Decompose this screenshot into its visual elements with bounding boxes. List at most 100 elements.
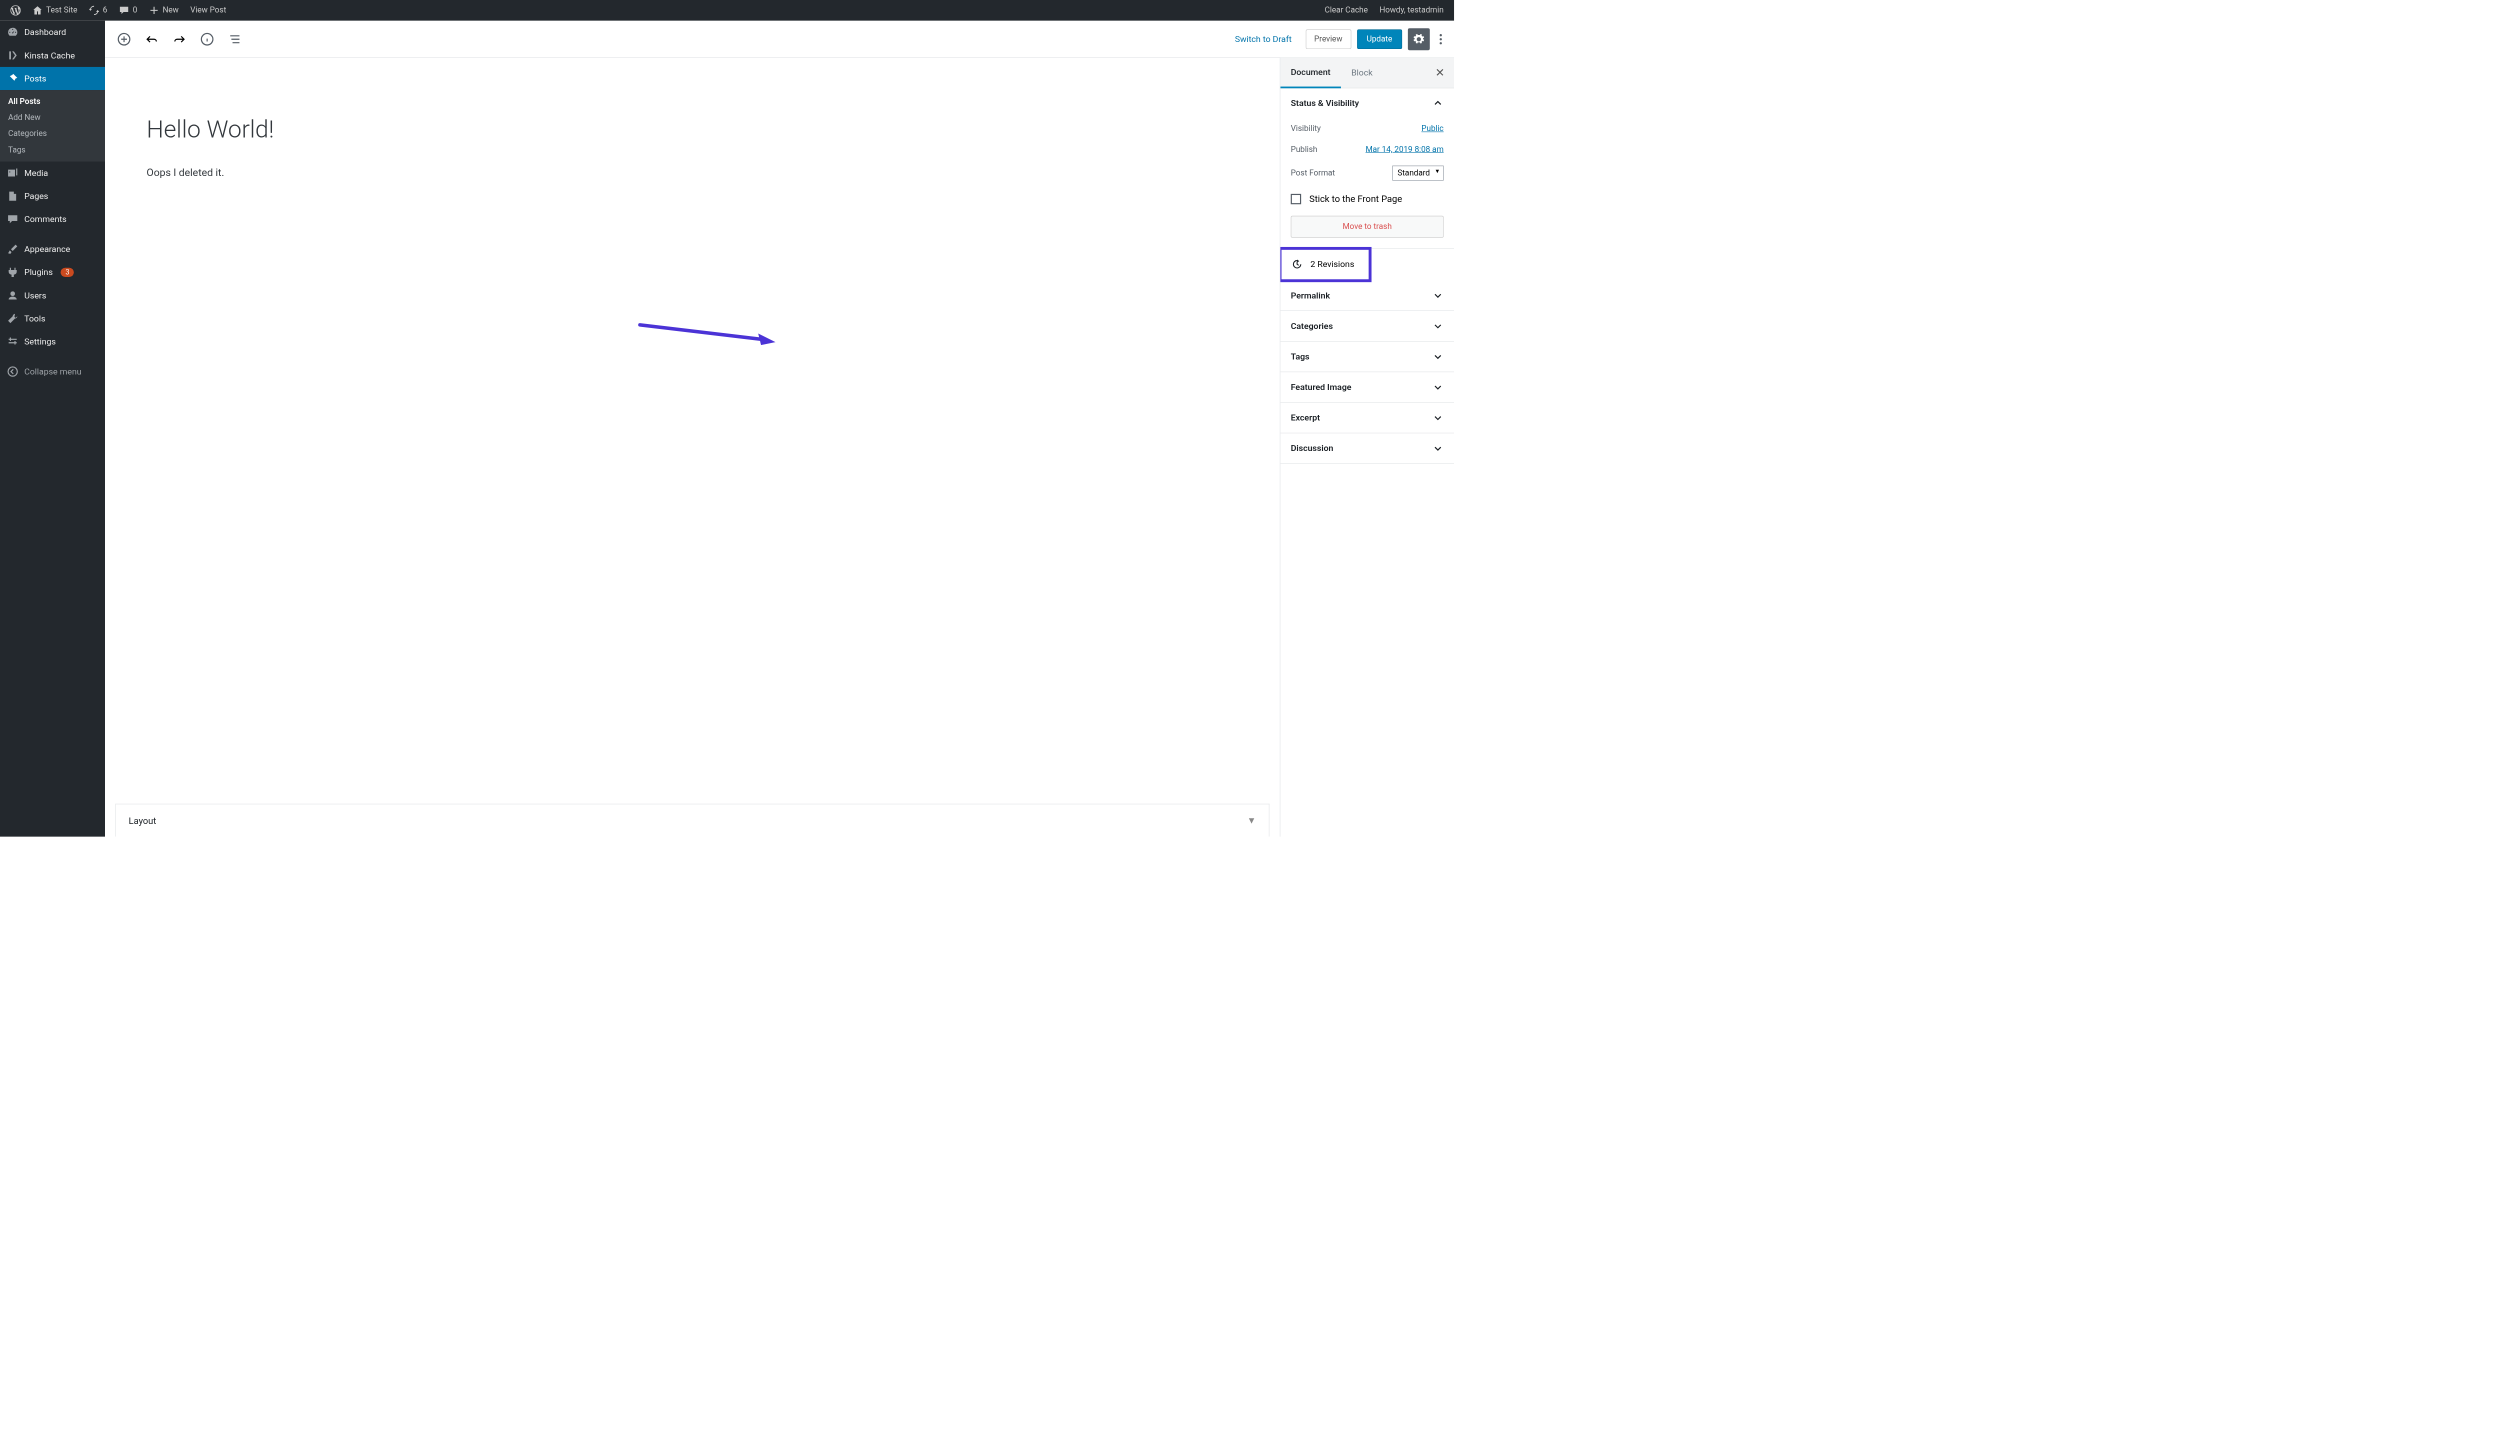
- editor-toolbar: Switch to Draft Preview Update: [105, 21, 1454, 58]
- wp-logo[interactable]: [5, 0, 27, 21]
- visibility-value-link[interactable]: Public: [1421, 124, 1443, 133]
- comment-icon: [119, 5, 129, 15]
- chevron-up-icon: [1432, 98, 1444, 110]
- block-editor: Switch to Draft Preview Update Hello Wor…: [105, 21, 1454, 837]
- site-name-link[interactable]: Test Site: [27, 0, 84, 21]
- plus-icon: [149, 5, 159, 15]
- undo-icon: [145, 32, 159, 46]
- info-icon: [200, 32, 214, 46]
- panel-revisions: 2 Revisions: [1280, 249, 1369, 281]
- sliders-icon: [7, 336, 19, 348]
- chevron-down-icon: [1432, 290, 1444, 302]
- more-options-button[interactable]: [1436, 34, 1446, 44]
- submenu-add-new[interactable]: Add New: [0, 110, 105, 126]
- submenu-posts: All Posts Add New Categories Tags: [0, 90, 105, 162]
- clear-cache-link[interactable]: Clear Cache: [1319, 0, 1374, 21]
- wordpress-icon: [10, 5, 20, 15]
- view-post-link[interactable]: View Post: [185, 0, 232, 21]
- annotation-arrow: [637, 322, 775, 345]
- home-icon: [32, 5, 42, 15]
- panel-featured-toggle[interactable]: Featured Image: [1280, 372, 1454, 402]
- visibility-label: Visibility: [1291, 124, 1321, 133]
- update-button[interactable]: Update: [1357, 29, 1402, 49]
- post-format-select[interactable]: Standard: [1392, 166, 1443, 181]
- revisions-link[interactable]: 2 Revisions: [1280, 249, 1369, 280]
- redo-button[interactable]: [168, 28, 190, 50]
- dashboard-icon: [7, 27, 19, 39]
- menu-media[interactable]: Media: [0, 162, 105, 185]
- layout-metabox: Layout ▼: [115, 804, 1269, 837]
- media-icon: [7, 167, 19, 179]
- chevron-down-icon: [1432, 351, 1444, 363]
- outline-button[interactable]: [224, 28, 246, 50]
- tab-document[interactable]: Document: [1280, 58, 1341, 89]
- chevron-down-icon: [1432, 412, 1444, 424]
- list-icon: [228, 32, 242, 46]
- comments-icon: [7, 213, 19, 225]
- updates-link[interactable]: 6: [83, 0, 113, 21]
- close-settings-button[interactable]: ✕: [1426, 59, 1454, 87]
- menu-posts[interactable]: Posts: [0, 67, 105, 90]
- preview-button[interactable]: Preview: [1306, 29, 1352, 49]
- info-button[interactable]: [196, 28, 218, 50]
- submenu-all-posts[interactable]: All Posts: [0, 93, 105, 109]
- submenu-categories[interactable]: Categories: [0, 126, 105, 142]
- menu-collapse[interactable]: Collapse menu: [0, 360, 105, 383]
- panel-discussion-toggle[interactable]: Discussion: [1280, 433, 1454, 463]
- howdy-link[interactable]: Howdy, testadmin: [1374, 0, 1450, 21]
- move-to-trash-button[interactable]: Move to trash: [1291, 216, 1444, 238]
- panel-tags-toggle[interactable]: Tags: [1280, 342, 1454, 372]
- panel-status-toggle[interactable]: Status & Visibility: [1280, 88, 1454, 118]
- page-icon: [7, 190, 19, 202]
- chevron-down-icon: [1432, 443, 1444, 455]
- post-format-label: Post Format: [1291, 168, 1335, 177]
- plus-circle-icon: [117, 32, 131, 46]
- menu-kinsta-cache[interactable]: Kinsta Cache: [0, 44, 105, 67]
- site-name: Test Site: [46, 6, 77, 15]
- layout-metabox-toggle[interactable]: Layout ▼: [116, 804, 1269, 836]
- panel-excerpt-toggle[interactable]: Excerpt: [1280, 403, 1454, 433]
- chevron-down-icon: [1432, 381, 1444, 393]
- editor-canvas[interactable]: Hello World! Oops I deleted it. Layout ▼: [105, 58, 1280, 837]
- chevron-down-icon: [1432, 320, 1444, 332]
- submenu-tags[interactable]: Tags: [0, 142, 105, 158]
- menu-tools[interactable]: Tools: [0, 307, 105, 330]
- admin-bar: Test Site 6 0 New View Post Clear Cache …: [0, 0, 1454, 21]
- menu-plugins[interactable]: Plugins3: [0, 261, 105, 284]
- settings-sidebar: Document Block ✕ Status & Visibility Vis…: [1280, 58, 1454, 837]
- kinsta-icon: [7, 50, 19, 62]
- post-body-block[interactable]: Oops I deleted it.: [147, 167, 1280, 179]
- plugins-badge: 3: [61, 268, 74, 277]
- menu-users[interactable]: Users: [0, 284, 105, 307]
- add-block-button[interactable]: [113, 28, 135, 50]
- refresh-icon: [89, 5, 99, 15]
- tab-block[interactable]: Block: [1341, 58, 1383, 87]
- brush-icon: [7, 243, 19, 255]
- menu-pages[interactable]: Pages: [0, 185, 105, 208]
- wrench-icon: [7, 313, 19, 325]
- settings-toggle-button[interactable]: [1408, 28, 1430, 50]
- panel-status: Status & Visibility Visibility Public Pu…: [1280, 88, 1454, 248]
- history-icon: [1291, 258, 1304, 271]
- panel-permalink-toggle[interactable]: Permalink: [1280, 280, 1454, 310]
- undo-button[interactable]: [141, 28, 163, 50]
- switch-to-draft-button[interactable]: Switch to Draft: [1227, 29, 1300, 49]
- collapse-icon: [7, 366, 19, 378]
- menu-dashboard[interactable]: Dashboard: [0, 21, 105, 44]
- menu-appearance[interactable]: Appearance: [0, 238, 105, 261]
- user-icon: [7, 290, 19, 302]
- admin-sidebar: Dashboard Kinsta Cache Posts All Posts A…: [0, 21, 105, 837]
- post-title[interactable]: Hello World!: [147, 115, 1280, 143]
- publish-date-link[interactable]: Mar 14, 2019 8:08 am: [1366, 145, 1444, 154]
- plugin-icon: [7, 267, 19, 279]
- stick-checkbox[interactable]: [1291, 194, 1301, 204]
- gear-icon: [1412, 33, 1425, 46]
- publish-label: Publish: [1291, 145, 1318, 154]
- redo-icon: [173, 32, 187, 46]
- menu-settings[interactable]: Settings: [0, 330, 105, 353]
- comments-link[interactable]: 0: [113, 0, 143, 21]
- comments-count: 0: [133, 6, 138, 15]
- menu-comments[interactable]: Comments: [0, 208, 105, 231]
- new-link[interactable]: New: [143, 0, 185, 21]
- panel-categories-toggle[interactable]: Categories: [1280, 311, 1454, 341]
